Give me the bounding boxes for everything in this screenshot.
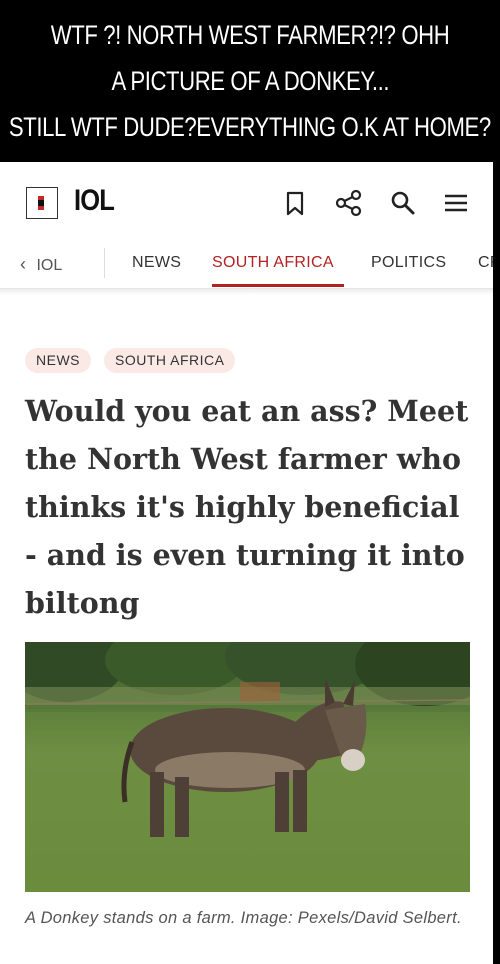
active-tab-indicator: [212, 284, 344, 287]
menu-icon[interactable]: [441, 188, 471, 218]
tab-crime-partial[interactable]: CR: [478, 254, 493, 272]
search-icon[interactable]: [388, 188, 418, 218]
site-logo-text[interactable]: IOL: [74, 184, 115, 218]
tab-news[interactable]: NEWS: [132, 254, 181, 272]
tab-politics[interactable]: POLITICS: [371, 254, 446, 272]
article-headline: Would you eat an ass? Meet the North Wes…: [25, 394, 469, 620]
screen-edge: [493, 162, 500, 964]
iol-logo-icon[interactable]: [26, 187, 58, 219]
nav-back-link[interactable]: ‹ IOL: [20, 254, 62, 275]
chevron-left-icon: ‹: [20, 254, 26, 274]
image-caption: A Donkey stands on a farm. Image: Pexels…: [25, 909, 462, 927]
share-icon[interactable]: [334, 188, 364, 218]
meme-line-3: STILL WTF DUDE?EVERYTHING O.K AT HOME?: [9, 112, 491, 142]
meme-line-1: WTF ?! NORTH WEST FARMER?!? OHH: [50, 20, 450, 50]
nav-back-label: IOL: [36, 257, 63, 274]
site-header: IOL: [0, 162, 493, 250]
article-screen: IOL ‹ IOL NEWS SOUTH AFRICA POLITICS C N…: [0, 162, 493, 964]
nav-divider: [104, 248, 105, 278]
bookmark-icon[interactable]: [280, 188, 310, 218]
tag-news[interactable]: NEWS: [25, 348, 91, 373]
article-image[interactable]: [25, 642, 470, 892]
section-nav: ‹ IOL NEWS SOUTH AFRICA POLITICS CR: [0, 242, 493, 289]
nav-shadow: [0, 289, 493, 295]
tab-south-africa[interactable]: SOUTH AFRICA: [212, 254, 334, 272]
meme-caption: WTF ?! NORTH WEST FARMER?!? OHH A PICTUR…: [0, 0, 500, 162]
meme-line-2: A PICTURE OF A DONKEY...: [111, 66, 389, 96]
tag-south-africa[interactable]: SOUTH AFRICA: [104, 348, 236, 373]
